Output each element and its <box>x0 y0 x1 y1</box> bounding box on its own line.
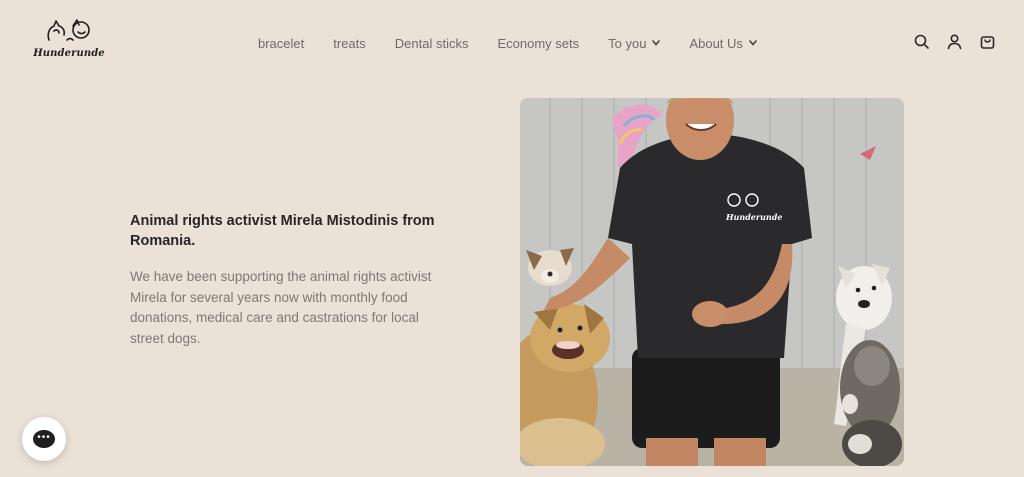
site-logo[interactable]: Hunderunde <box>33 16 105 64</box>
nav-item-label: About Us <box>689 35 743 51</box>
nav-item-dental-sticks[interactable]: Dental sticks <box>395 36 469 51</box>
hero-image: Hunderunde <box>520 98 904 466</box>
logo-dogs-icon <box>47 19 90 41</box>
chevron-down-icon <box>749 40 757 46</box>
nav-item-label: Economy sets <box>497 35 580 51</box>
nav-item-label: bracelet <box>258 35 305 51</box>
nav-item-bracelet[interactable]: bracelet <box>258 36 304 51</box>
cart-icon[interactable] <box>979 33 996 50</box>
chat-icon: ••• <box>33 430 55 448</box>
header-icons <box>897 33 996 50</box>
nav-item-economy-sets[interactable]: Economy sets <box>497 36 579 51</box>
nav-item-label: Dental sticks <box>394 35 469 51</box>
main-nav: bracelet treats Dental sticks Economy se… <box>258 33 786 53</box>
nav-item-label: To you <box>608 35 647 51</box>
chevron-down-icon <box>652 40 661 46</box>
hero-body: We have been supporting the animal right… <box>130 269 432 346</box>
site-header: Hunderunde bracelet treats Dental sticks… <box>0 0 1024 86</box>
nav-item-treats[interactable]: treats <box>333 36 366 51</box>
nav-item-about-us[interactable]: About Us <box>689 35 757 51</box>
shirt-logo-text: Hunderunde <box>725 212 782 222</box>
chat-widget-button[interactable]: ••• <box>22 417 66 461</box>
logo-text: Hunderunde <box>33 48 105 59</box>
search-icon[interactable] <box>913 33 930 50</box>
nav-item-label: treats <box>333 35 366 51</box>
nav-item-to-you[interactable]: To you <box>608 35 661 51</box>
account-icon[interactable] <box>946 33 963 50</box>
hero-title: Animal rights activist Mirela Mistodinis… <box>130 213 435 249</box>
